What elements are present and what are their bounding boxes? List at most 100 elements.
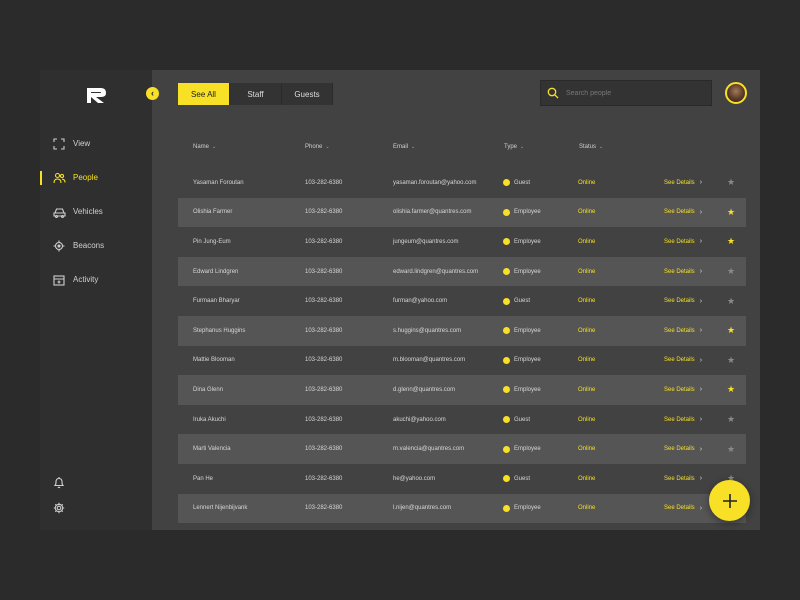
table-row[interactable]: Olishia Farmer 103-282-6380 olishia.farm…	[178, 197, 746, 228]
type-label: Employee	[514, 238, 541, 245]
expand-icon	[52, 137, 66, 151]
sort-icon: ⌄	[212, 144, 217, 150]
app-logo[interactable]	[85, 86, 109, 104]
column-header-phone[interactable]: Phone ⌄	[305, 144, 330, 150]
cell-email: m.blooman@quantres.com	[393, 357, 466, 364]
table-row[interactable]: Pin Jung-Eum 103-282-6380 jungeum@quantr…	[178, 227, 746, 257]
table-row[interactable]: Pan He 103-282-6380 he@yahoo.com Guest O…	[178, 464, 746, 494]
active-indicator	[40, 171, 42, 185]
see-details-link[interactable]: See Details ›	[664, 286, 702, 316]
star-icon[interactable]: ★	[727, 405, 735, 435]
see-details-link[interactable]: See Details ›	[664, 257, 702, 287]
see-details-link[interactable]: See Details ›	[664, 168, 702, 198]
details-label: See Details	[664, 505, 695, 512]
search-icon	[547, 86, 561, 100]
sidebar-item-label: People	[73, 173, 98, 182]
details-label: See Details	[664, 238, 695, 245]
star-icon[interactable]: ★	[727, 168, 735, 198]
see-details-link[interactable]: See Details ›	[664, 227, 702, 257]
see-details-link[interactable]: See Details ›	[664, 464, 702, 494]
type-label: Employee	[514, 268, 541, 275]
employee-icon	[503, 356, 510, 364]
sidebar-item-view[interactable]: View	[40, 135, 152, 155]
column-header-status[interactable]: Status ⌄	[579, 144, 603, 150]
search-input[interactable]	[566, 89, 706, 97]
tab-staff[interactable]: Staff	[230, 83, 282, 105]
add-person-button[interactable]	[709, 480, 750, 521]
cell-phone: 103-282-6380	[305, 505, 343, 512]
table-row[interactable]: Lennert Nijenbijvank 103-282-6380 l.nije…	[178, 493, 746, 524]
bell-icon[interactable]	[52, 475, 66, 489]
cell-email: m.valencia@quantres.com	[393, 446, 465, 453]
sidebar-item-label: Activity	[73, 275, 99, 284]
chevron-right-icon: ›	[699, 386, 703, 394]
status-badge: Online	[578, 327, 596, 334]
status-badge: Online	[578, 209, 596, 216]
see-details-link[interactable]: See Details ›	[664, 375, 702, 405]
sidebar-item-vehicles[interactable]: Vehicles	[40, 203, 152, 223]
cell-name: Lennert Nijenbijvank	[193, 505, 248, 512]
sidebar-item-label: Beacons	[73, 241, 105, 250]
employee-icon	[503, 504, 510, 512]
details-label: See Details	[664, 446, 695, 453]
type-label: Employee	[514, 386, 541, 393]
table-row[interactable]: Furmaan Bharyar 103-282-6380 furman@yaho…	[178, 286, 746, 316]
star-icon[interactable]: ★	[727, 434, 735, 464]
chevron-right-icon: ›	[699, 445, 703, 453]
cell-email: yasaman.foroutan@yahoo.com	[393, 179, 477, 186]
sidebar-item-people[interactable]: People	[40, 169, 152, 189]
sidebar-item-beacons[interactable]: Beacons	[40, 237, 152, 257]
sidebar-item-activity[interactable]: Activity	[40, 271, 152, 291]
cell-name: Dina Glenn	[193, 386, 224, 393]
see-details-link[interactable]: See Details ›	[664, 346, 702, 376]
filter-tabs: See All Staff Guests	[178, 83, 333, 105]
star-icon[interactable]: ★	[727, 257, 735, 287]
type-label: Guest	[514, 179, 531, 186]
gear-icon[interactable]	[52, 501, 66, 515]
star-icon[interactable]: ★	[727, 316, 735, 346]
cell-phone: 103-282-6380	[305, 416, 343, 423]
table-row[interactable]: Yasaman Foroutan 103-282-6380 yasaman.fo…	[178, 168, 746, 198]
details-label: See Details	[664, 298, 695, 305]
see-details-link[interactable]: See Details ›	[664, 198, 702, 228]
column-header-name[interactable]: Name ⌄	[193, 144, 216, 150]
sort-icon: ⌄	[411, 144, 416, 150]
search-box	[540, 80, 712, 106]
cell-email: d.glenn@quantres.com	[393, 386, 456, 393]
column-header-email[interactable]: Email ⌄	[393, 144, 415, 150]
see-details-link[interactable]: See Details ›	[664, 316, 702, 346]
cell-phone: 103-282-6380	[305, 238, 343, 245]
guest-icon	[503, 297, 510, 305]
see-details-link[interactable]: See Details ›	[664, 405, 702, 435]
table-row[interactable]: Stephanus Huggins 103-282-6380 s.huggins…	[178, 315, 746, 346]
status-badge: Online	[578, 446, 596, 453]
star-icon[interactable]: ★	[727, 198, 735, 228]
status-badge: Online	[578, 475, 596, 482]
cell-name: Furmaan Bharyar	[193, 298, 240, 305]
sidebar-collapse-button[interactable]: ‹	[146, 87, 159, 100]
cell-type: Employee	[503, 198, 541, 228]
see-details-link[interactable]: See Details ›	[664, 434, 702, 464]
tab-guests[interactable]: Guests	[282, 83, 333, 105]
table-row[interactable]: Edward Lindgren 103-282-6380 edward.lind…	[178, 256, 746, 287]
employee-icon	[503, 208, 510, 216]
type-label: Employee	[514, 327, 541, 334]
column-header-type[interactable]: Type ⌄	[504, 144, 524, 150]
table-row[interactable]: Iruka Akuchi 103-282-6380 akuchi@yahoo.c…	[178, 405, 746, 435]
column-label: Phone	[305, 144, 323, 150]
cell-phone: 103-282-6380	[305, 475, 343, 482]
column-label: Email	[393, 144, 409, 150]
table-row[interactable]: Dina Glenn 103-282-6380 d.glenn@quantres…	[178, 375, 746, 405]
star-icon[interactable]: ★	[727, 286, 735, 316]
tab-see-all[interactable]: See All	[178, 83, 230, 105]
avatar[interactable]	[725, 82, 747, 104]
see-details-link[interactable]: See Details ›	[664, 494, 702, 524]
details-label: See Details	[664, 327, 695, 334]
star-icon[interactable]: ★	[727, 227, 735, 257]
status-badge: Online	[578, 179, 596, 186]
chevron-right-icon: ›	[699, 504, 703, 512]
table-row[interactable]: Marti Valencia 103-282-6380 m.valencia@q…	[178, 434, 746, 464]
star-icon[interactable]: ★	[727, 346, 735, 376]
table-row[interactable]: Mattie Blooman 103-282-6380 m.blooman@qu…	[178, 346, 746, 376]
star-icon[interactable]: ★	[727, 375, 735, 405]
